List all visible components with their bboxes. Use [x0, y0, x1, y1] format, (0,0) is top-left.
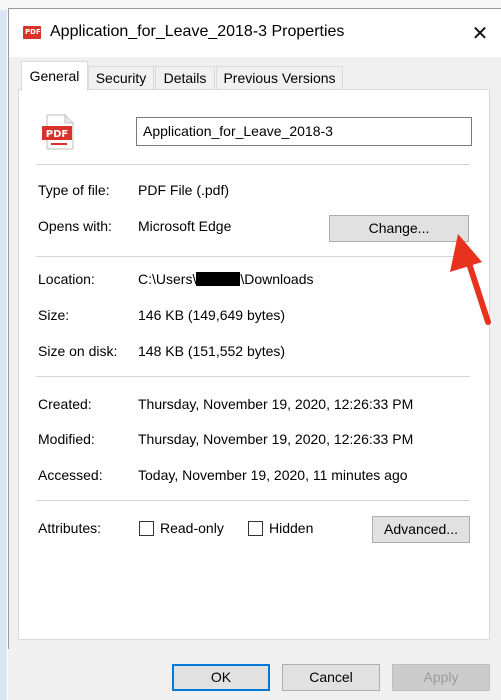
general-panel — [18, 89, 490, 640]
pdf-file-icon: PDF — [42, 114, 74, 150]
readonly-label[interactable]: Read-only — [160, 520, 224, 536]
tab-general[interactable]: General — [21, 61, 88, 91]
accessed-value: Today, November 19, 2020, 11 minutes ago — [138, 467, 408, 483]
created-label: Created: — [38, 396, 92, 412]
background-accent — [0, 10, 7, 700]
type-of-file-label: Type of file: — [38, 182, 110, 198]
cancel-button[interactable]: Cancel — [282, 664, 380, 691]
pdf-file-icon: PDF — [23, 26, 41, 39]
size-value: 146 KB (149,649 bytes) — [138, 307, 286, 323]
close-icon[interactable]: ✕ — [463, 17, 497, 49]
red-arrow-icon — [450, 234, 491, 325]
ok-button[interactable]: OK — [172, 664, 270, 691]
title-bar[interactable]: PDF Application_for_Leave_2018-3 Propert… — [9, 9, 501, 57]
tab-security[interactable]: Security — [88, 66, 154, 89]
created-value: Thursday, November 19, 2020, 12:26:33 PM — [138, 396, 414, 412]
divider — [36, 256, 470, 257]
divider — [36, 500, 470, 501]
accessed-label: Accessed: — [38, 467, 103, 483]
location-label: Location: — [38, 271, 95, 287]
size-on-disk-value: 148 KB (151,552 bytes) — [138, 343, 286, 359]
size-on-disk-label: Size on disk: — [38, 343, 118, 359]
readonly-checkbox[interactable] — [139, 521, 154, 536]
modified-label: Modified: — [38, 431, 95, 447]
filename-input[interactable]: Application_for_Leave_2018-3 — [136, 117, 472, 146]
attributes-label: Attributes: — [38, 520, 102, 536]
divider — [36, 164, 470, 165]
opens-with-value: Microsoft Edge — [138, 218, 232, 234]
location-suffix: \Downloads — [240, 271, 314, 287]
hidden-label[interactable]: Hidden — [269, 520, 313, 536]
tab-previous-versions[interactable]: Previous Versions — [216, 66, 343, 89]
size-label: Size: — [38, 307, 70, 323]
pdf-icon-label: PDF — [46, 129, 68, 140]
advanced-button[interactable]: Advanced... — [372, 516, 470, 543]
modified-value: Thursday, November 19, 2020, 12:26:33 PM — [138, 431, 414, 447]
type-of-file-value: PDF File (.pdf) — [138, 182, 230, 198]
opens-with-label: Opens with: — [38, 218, 112, 234]
hidden-checkbox[interactable] — [248, 521, 263, 536]
dialog-title: Application_for_Leave_2018-3 Properties — [50, 23, 345, 40]
redacted-username — [196, 272, 241, 286]
divider — [36, 376, 470, 377]
apply-button[interactable]: Apply — [392, 664, 490, 691]
tab-details[interactable]: Details — [155, 66, 215, 89]
location-value: C:\Users\ \Downloads — [138, 271, 314, 287]
location-prefix: C:\Users\ — [138, 271, 197, 287]
